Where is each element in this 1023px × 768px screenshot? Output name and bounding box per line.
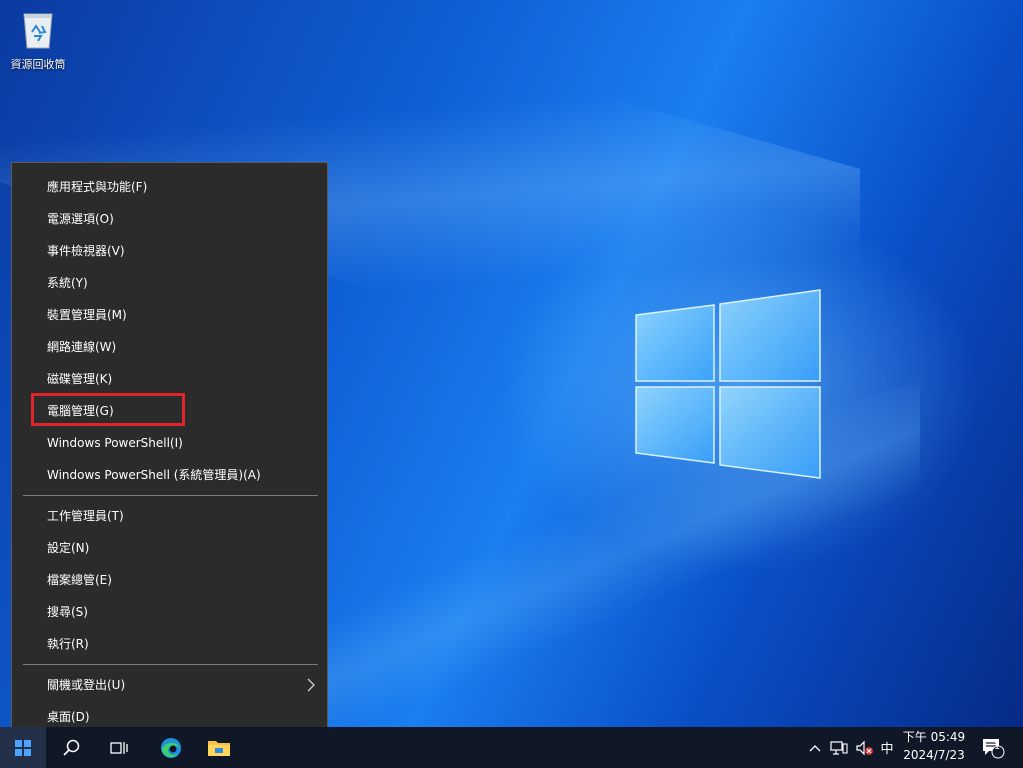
menu-item-task-manager[interactable]: 工作管理員(T)	[12, 501, 327, 531]
show-hidden-icons-button[interactable]	[806, 727, 824, 768]
menu-item-label: 關機或登出(U)	[47, 678, 126, 692]
menu-separator	[23, 495, 318, 496]
menu-item-system[interactable]: 系統(Y)	[12, 268, 327, 298]
notification-count-badge: 1	[993, 741, 1001, 752]
power-user-context-menu: 應用程式與功能(F) 電源選項(O) 事件檢視器(V) 系統(Y) 裝置管理員(…	[11, 162, 328, 741]
search-icon	[63, 739, 80, 756]
menu-item-shutdown-signout[interactable]: 關機或登出(U)	[12, 670, 327, 700]
windows-start-icon	[15, 739, 31, 756]
volume-muted-icon	[856, 740, 873, 755]
search-button[interactable]	[48, 727, 94, 768]
ime-indicator[interactable]: 中	[876, 727, 898, 768]
chevron-right-icon	[307, 678, 315, 692]
menu-item-search[interactable]: 搜尋(S)	[12, 597, 327, 627]
menu-item-settings[interactable]: 設定(N)	[12, 533, 327, 563]
recycle-bin-shortcut[interactable]: 資源回收筒	[4, 6, 72, 78]
action-center-button[interactable]: 1	[978, 727, 1008, 768]
file-explorer-taskbar-button[interactable]	[196, 727, 242, 768]
taskbar: 中 下午 05:49 2024/7/23 1	[0, 727, 1023, 768]
clock-time: 下午 05:49	[902, 730, 966, 744]
menu-separator	[23, 664, 318, 665]
clock-date: 2024/7/23	[903, 748, 965, 762]
start-button[interactable]	[0, 727, 46, 768]
network-tray-button[interactable]	[827, 727, 851, 768]
task-view-icon	[110, 741, 128, 754]
edge-taskbar-button[interactable]	[148, 727, 194, 768]
menu-item-power-options[interactable]: 電源選項(O)	[12, 204, 327, 234]
menu-item-windows-powershell[interactable]: Windows PowerShell(I)	[12, 428, 327, 458]
chevron-up-icon	[809, 744, 821, 751]
menu-item-file-explorer[interactable]: 檔案總管(E)	[12, 565, 327, 595]
volume-tray-button[interactable]	[852, 727, 876, 768]
taskbar-clock[interactable]: 下午 05:49 2024/7/23	[898, 728, 970, 764]
windows-logo-wallpaper	[635, 289, 821, 479]
menu-item-network-connections[interactable]: 網路連線(W)	[12, 332, 327, 362]
recycle-bin-icon	[23, 13, 53, 49]
menu-item-run[interactable]: 執行(R)	[12, 629, 327, 659]
menu-item-event-viewer[interactable]: 事件檢視器(V)	[12, 236, 327, 266]
menu-item-apps-features[interactable]: 應用程式與功能(F)	[12, 172, 327, 202]
recycle-bin-label: 資源回收筒	[10, 58, 66, 71]
menu-item-windows-powershell-admin[interactable]: Windows PowerShell (系統管理員)(A)	[12, 460, 327, 490]
file-explorer-icon	[208, 740, 230, 756]
edge-icon	[161, 737, 181, 758]
network-icon	[830, 740, 848, 755]
task-view-button[interactable]	[96, 727, 142, 768]
menu-item-disk-management[interactable]: 磁碟管理(K)	[12, 364, 327, 394]
menu-item-device-manager[interactable]: 裝置管理員(M)	[12, 300, 327, 330]
menu-item-computer-management[interactable]: 電腦管理(G)	[12, 396, 327, 426]
